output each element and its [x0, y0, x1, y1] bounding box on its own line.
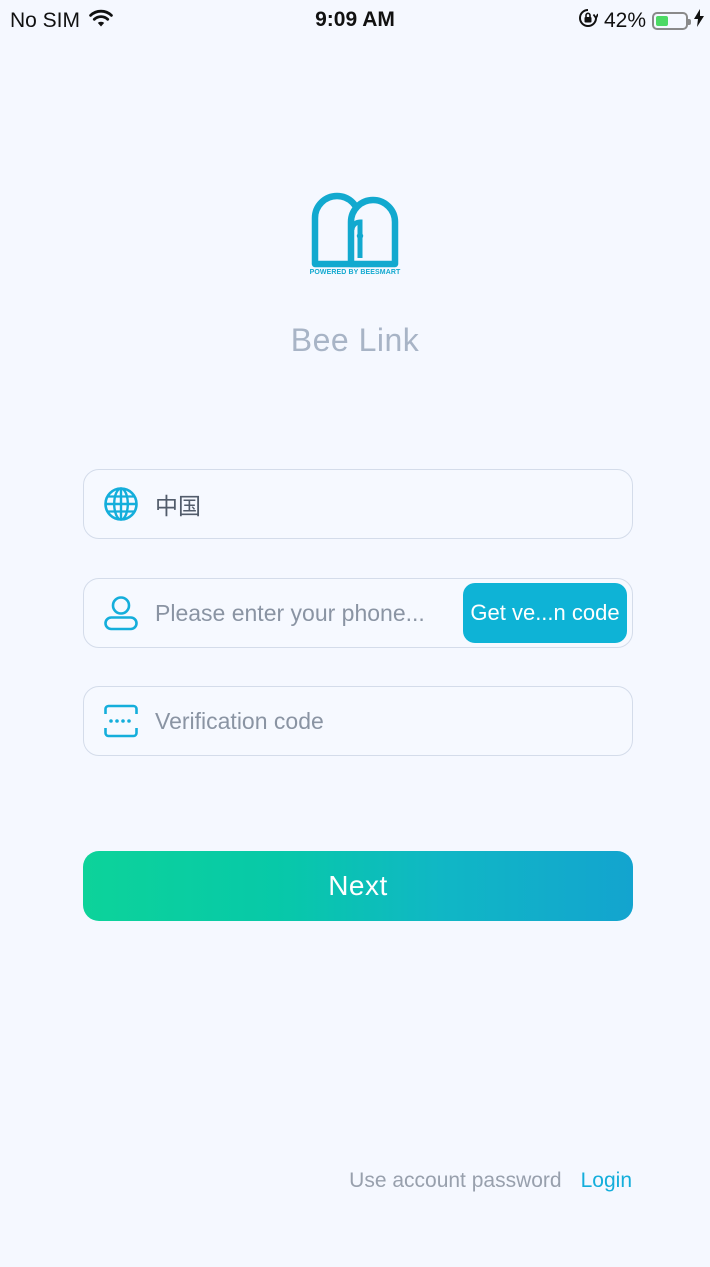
account-password-link[interactable]: Use account password [349, 1169, 561, 1193]
status-right: 42% [578, 8, 704, 34]
battery-icon [652, 12, 691, 30]
region-selector[interactable]: 中国 [83, 469, 633, 539]
battery-tip [688, 19, 691, 25]
status-bar: No SIM 9:09 AM 42% [0, 0, 710, 40]
user-icon [102, 594, 140, 632]
login-link[interactable]: Login [581, 1169, 632, 1193]
region-value: 中国 [155, 493, 201, 519]
door-logo-icon [311, 192, 399, 268]
orientation-lock-icon [578, 8, 599, 34]
globe-icon [102, 485, 140, 523]
footer: Use account password Login [349, 1169, 632, 1193]
battery-fill [656, 16, 668, 26]
app-title: Bee Link [290, 322, 420, 358]
get-verification-code-button[interactable]: Get ve...n code [463, 583, 627, 643]
battery-percent: 42% [603, 9, 646, 32]
next-button[interactable]: Next [83, 851, 633, 921]
charging-bolt-icon [694, 9, 704, 33]
phone-input[interactable] [155, 599, 455, 627]
app-logo: POWERED BY BEESMART [0, 190, 710, 276]
verification-field[interactable] [83, 686, 633, 756]
logo-caption: POWERED BY BEESMART [309, 269, 401, 276]
verification-input[interactable] [155, 707, 455, 735]
phone-field[interactable]: Get ve...n code [83, 578, 633, 648]
verification-code-icon [102, 702, 140, 740]
